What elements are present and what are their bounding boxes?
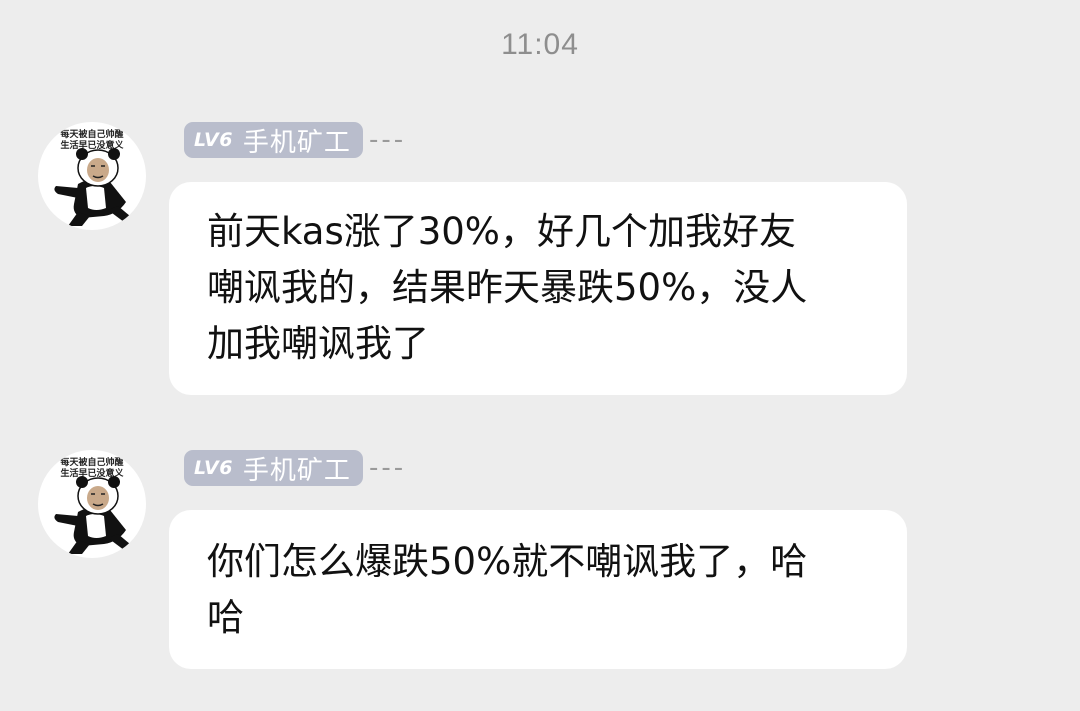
message-bubble[interactable]: 你们怎么爆跌50%就不嘲讽我了，哈哈 <box>169 510 907 669</box>
message-bubble[interactable]: 前天kas涨了30%，好几个加我好友嘲讽我的，结果昨天暴跌50%，没人加我嘲讽我… <box>169 182 907 395</box>
level-badge[interactable]: LV6 手机矿工 <box>184 122 363 158</box>
avatar[interactable]: 每天被自己帅醒 生活早已没意义 <box>38 450 146 558</box>
message-text: 你们怎么爆跌50%就不嘲讽我了，哈哈 <box>207 540 808 639</box>
avatar[interactable]: 每天被自己帅醒 生活早已没意义 <box>38 122 146 230</box>
sender-suffix: --- <box>368 125 407 155</box>
sender-suffix: --- <box>368 453 407 483</box>
sender-name: 手机矿工 <box>242 127 351 158</box>
panda-meme-avatar-icon: 每天被自己帅醒 生活早已没意义 <box>54 128 130 226</box>
message-text: 前天kas涨了30%，好几个加我好友嘲讽我的，结果昨天暴跌50%，没人加我嘲讽我… <box>207 210 808 365</box>
sender-name: 手机矿工 <box>242 455 351 486</box>
panda-meme-avatar-icon: 每天被自己帅醒 生活早已没意义 <box>54 456 130 554</box>
avatar-caption-line1: 每天被自己帅醒 <box>60 128 123 140</box>
level-badge[interactable]: LV6 手机矿工 <box>184 450 363 486</box>
level-label: LV6 <box>194 457 233 479</box>
level-label: LV6 <box>194 129 233 151</box>
chat-timestamp: 11:04 <box>501 28 579 61</box>
sender-meta: LV6 手机矿工 --- <box>184 450 406 486</box>
sender-meta: LV6 手机矿工 --- <box>184 122 406 158</box>
avatar-caption-line1: 每天被自己帅醒 <box>60 456 123 468</box>
